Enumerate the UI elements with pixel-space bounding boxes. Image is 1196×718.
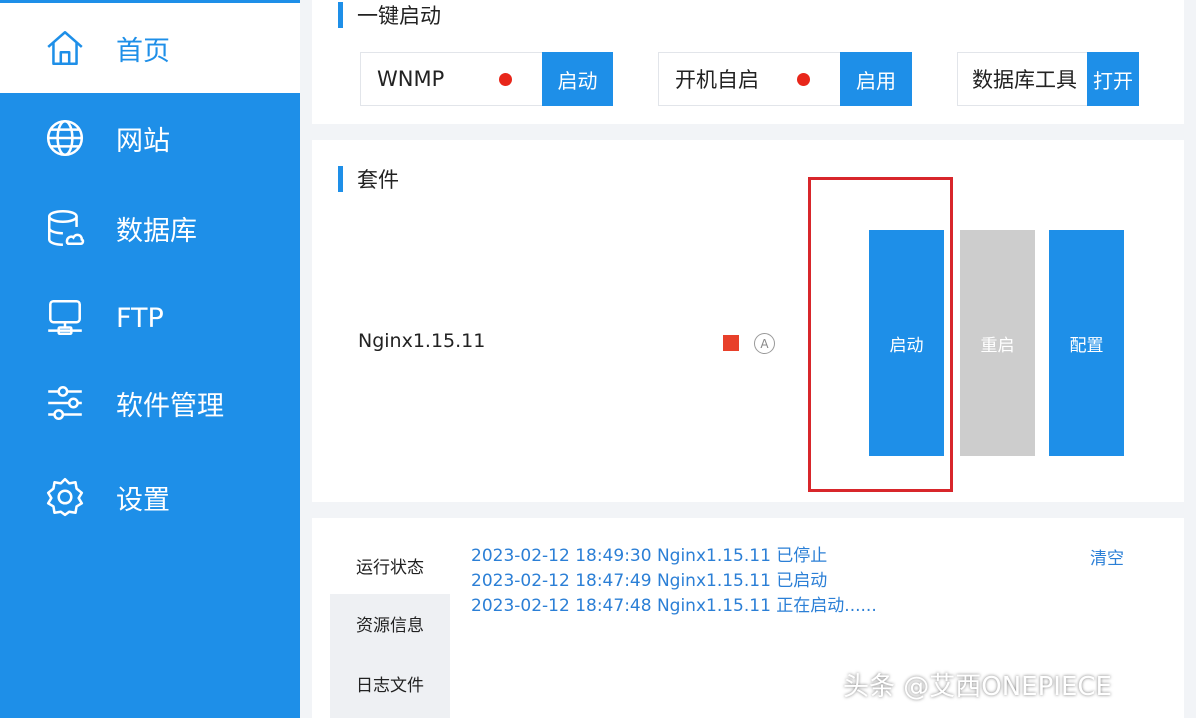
db-tool-open-button[interactable]: 打开 <box>1087 52 1139 106</box>
sidebar-item-label: FTP <box>116 302 164 334</box>
autostart-enable-button[interactable]: 启用 <box>840 52 912 106</box>
tab-resource-info[interactable]: 资源信息 <box>330 594 450 652</box>
sliders-icon <box>42 380 88 426</box>
sidebar-item-database[interactable]: 数据库 <box>0 183 300 273</box>
sidebar-item-settings[interactable]: 设置 <box>0 452 300 542</box>
sidebar-item-label: 首页 <box>116 35 170 67</box>
tab-log-files[interactable]: 日志文件 <box>330 654 450 712</box>
database-icon <box>42 205 88 251</box>
log-line: 2023-02-12 18:47:49 Nginx1.15.11 已启动 <box>471 571 828 591</box>
quick-start-title-text: 一键启动 <box>357 4 441 28</box>
sidebar-item-label: 设置 <box>116 484 170 516</box>
autostart-label: 开机自启 <box>675 68 759 92</box>
wnmp-status-field: WNMP <box>360 52 543 106</box>
autostart-status-field: 开机自启 <box>658 52 841 106</box>
stopped-status-icon <box>723 335 739 351</box>
globe-icon <box>42 115 88 161</box>
wnmp-start-button[interactable]: 启动 <box>542 52 613 106</box>
log-line: 2023-02-12 18:49:30 Nginx1.15.11 已停止 <box>471 546 828 566</box>
title-accent-bar <box>338 2 343 28</box>
sidebar-item-label: 软件管理 <box>116 390 224 422</box>
log-line: 2023-02-12 18:47:48 Nginx1.15.11 正在启动...… <box>471 596 877 616</box>
auto-start-icon[interactable]: A <box>754 333 775 354</box>
sidebar-item-ftp[interactable]: FTP <box>0 273 300 363</box>
suite-config-button[interactable]: 配置 <box>1049 230 1124 456</box>
log-lines: 2023-02-12 18:49:30 Nginx1.15.11 已停止 202… <box>471 544 877 619</box>
suite-restart-button[interactable]: 重启 <box>960 230 1035 456</box>
suite-title-text: 套件 <box>357 168 399 192</box>
suite-title: 套件 <box>338 164 399 194</box>
wnmp-status-dot <box>499 72 512 86</box>
ftp-server-icon <box>42 295 88 341</box>
sidebar-item-software[interactable]: 软件管理 <box>0 358 300 448</box>
db-tool-field: 数据库工具 <box>957 52 1088 106</box>
sidebar-item-website[interactable]: 网站 <box>0 93 300 183</box>
title-accent-bar <box>338 166 343 192</box>
autostart-status-dot <box>797 72 810 86</box>
watermark: 头条 @艾西ONEPIECE <box>843 672 1112 702</box>
tab-runtime-status[interactable]: 运行状态 <box>330 536 450 594</box>
sidebar: 首页 网站 数据库 FTP 软件管理 设置 <box>0 0 300 718</box>
highlight-box <box>808 177 953 492</box>
sidebar-item-label: 网站 <box>116 125 170 157</box>
sidebar-item-label: 数据库 <box>116 215 197 247</box>
wnmp-label: WNMP <box>377 67 445 91</box>
home-icon <box>42 25 88 71</box>
log-tabs: 运行状态 资源信息 日志文件 <box>330 536 450 718</box>
suite-name: Nginx1.15.11 <box>358 330 486 352</box>
db-tool-label: 数据库工具 <box>972 68 1077 92</box>
gear-icon <box>42 474 88 520</box>
sidebar-item-home[interactable]: 首页 <box>0 3 300 93</box>
clear-log-link[interactable]: 清空 <box>1090 544 1124 569</box>
quick-start-title: 一键启动 <box>338 0 441 30</box>
